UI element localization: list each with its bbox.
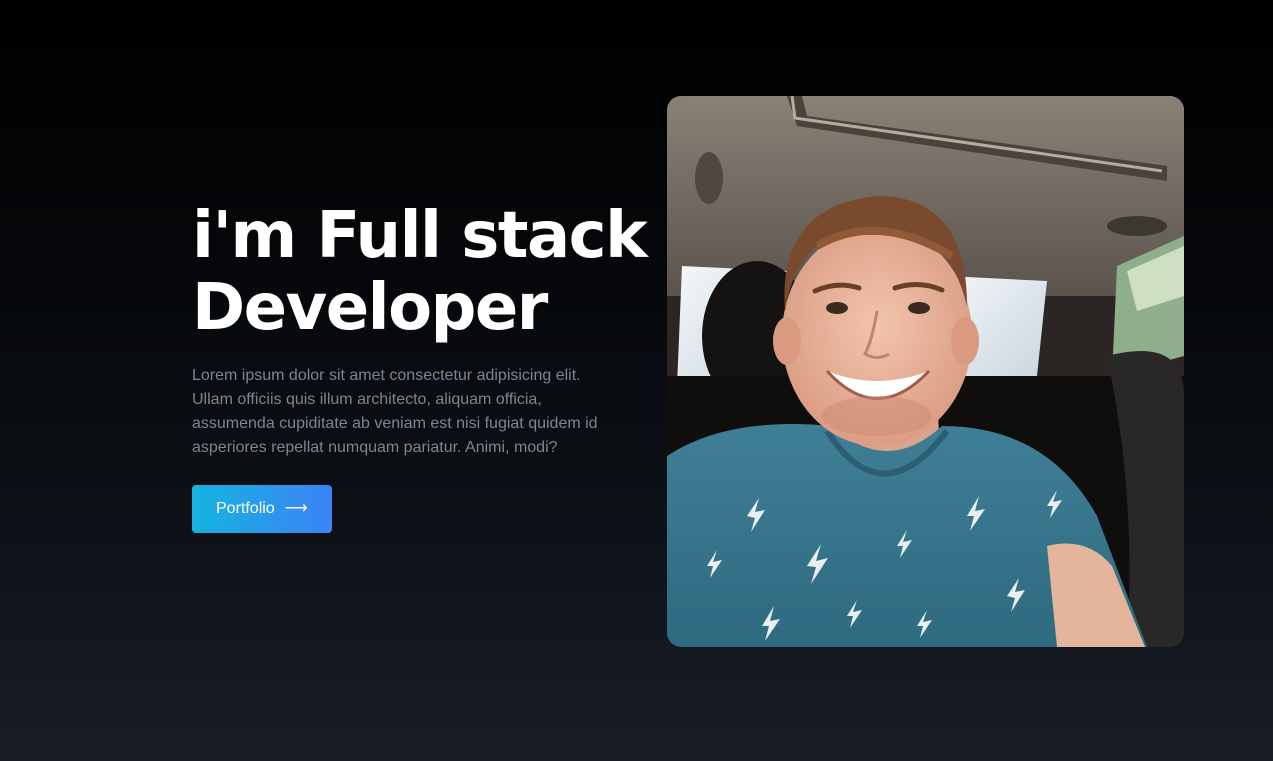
portfolio-button-label: Portfolio [216,500,275,517]
hero-title-line-1: i'm Full stack [192,199,648,273]
hero-title-line-2: Developer [192,271,548,345]
profile-photo-illustration [667,96,1184,647]
hero-description: Lorem ipsum dolor sit amet consectetur a… [192,367,598,456]
hero-section: i'm Full stack Developer Lorem ipsum dol… [0,0,1273,761]
arrow-right-icon: ⟶ [284,500,308,517]
portfolio-button[interactable]: Portfolio ⟶ [192,485,332,533]
profile-photo [667,96,1184,647]
hero-text-block: i'm Full stack Developer Lorem ipsum dol… [192,200,662,533]
hero-title: i'm Full stack Developer [192,200,662,344]
